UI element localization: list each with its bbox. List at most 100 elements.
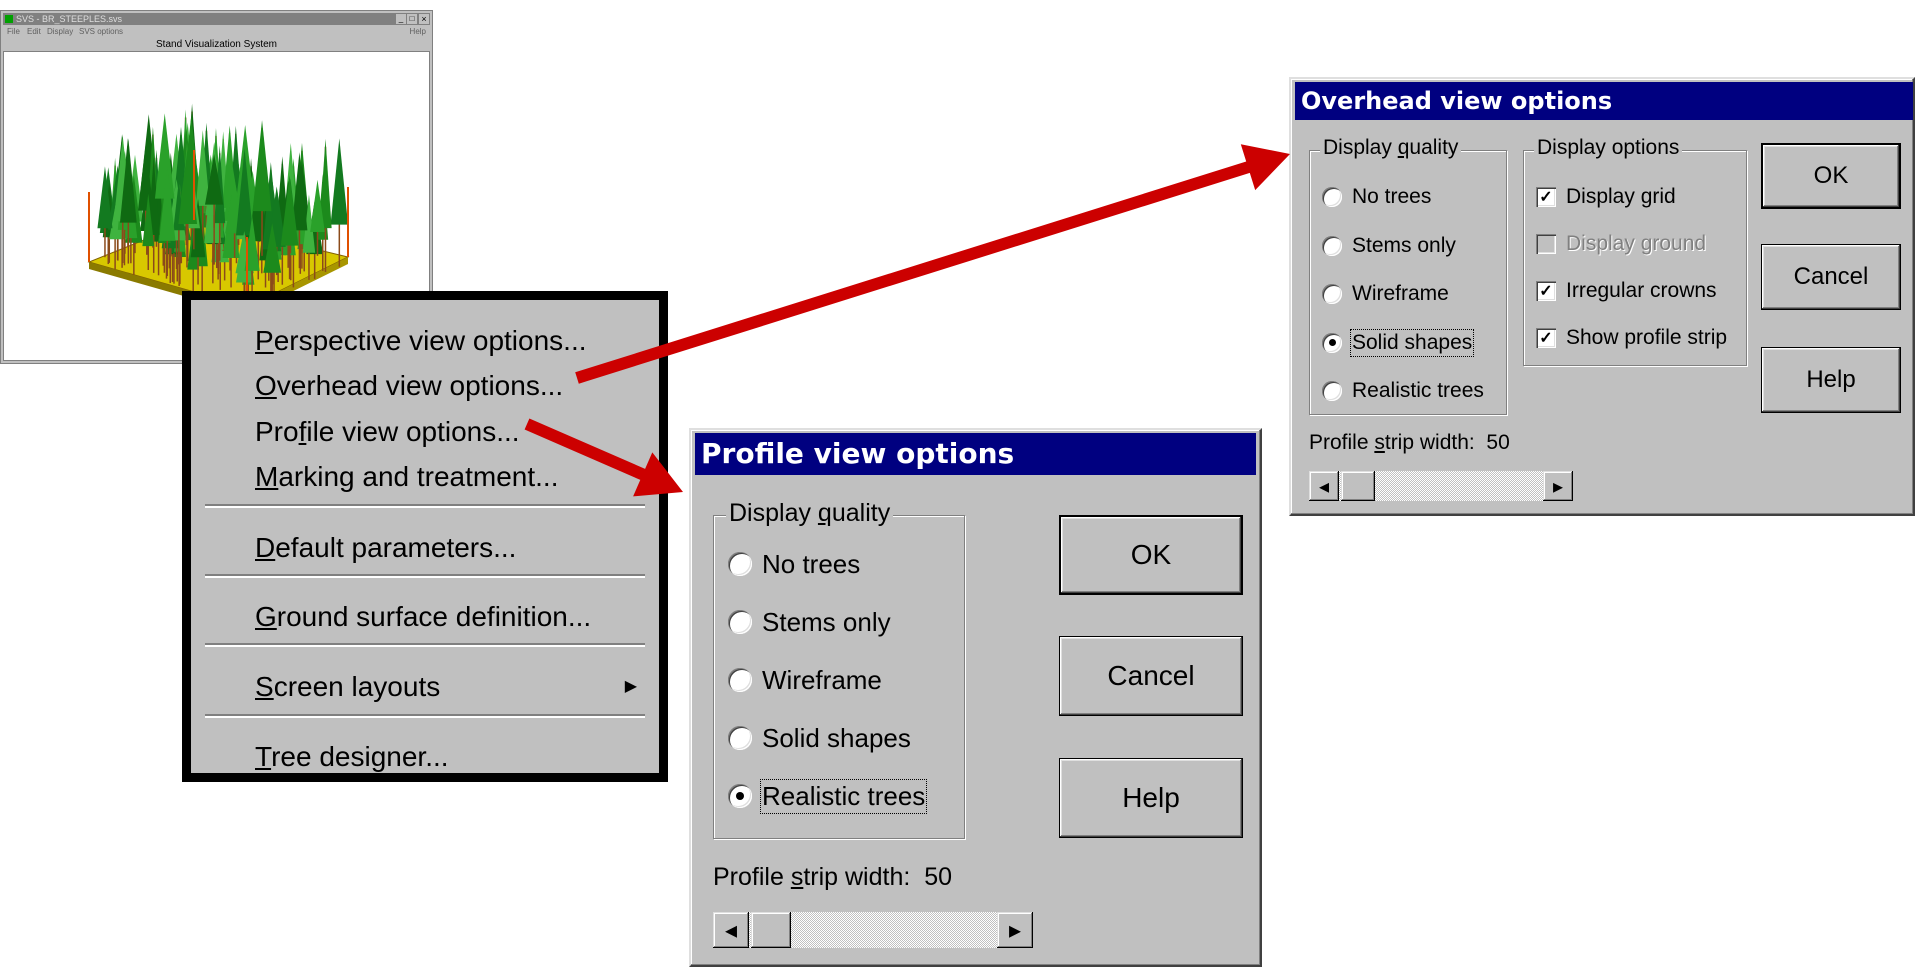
overhead-strip-width-value: 50 bbox=[1486, 431, 1510, 454]
checkbox-icon[interactable]: ✓ bbox=[1536, 328, 1556, 348]
overhead-quality-option[interactable]: Stems only bbox=[1322, 230, 1456, 262]
radio-button-icon[interactable] bbox=[1322, 332, 1342, 353]
app-menubar: File Edit Display SVS options Help bbox=[3, 27, 430, 37]
menu-item-ground[interactable]: Ground surface definition... bbox=[191, 597, 659, 637]
tree-crown bbox=[252, 120, 272, 212]
radio-selected-dot bbox=[1328, 339, 1336, 346]
menu-accelerator: D bbox=[255, 532, 276, 563]
checkmark-icon: ✓ bbox=[1539, 283, 1553, 300]
menu-item-perspective[interactable]: Perspective view options... bbox=[191, 321, 659, 361]
radio-label: Wireframe bbox=[762, 664, 882, 695]
menu-accelerator: G bbox=[255, 601, 277, 632]
menu-file[interactable]: File bbox=[7, 27, 20, 37]
checkmark-icon: ✓ bbox=[1539, 189, 1553, 206]
profile-quality-option[interactable]: Wireframe bbox=[728, 662, 882, 698]
scroll-left-icon[interactable]: ◂ bbox=[1309, 471, 1339, 501]
profile-ok-button[interactable]: OK bbox=[1059, 515, 1243, 595]
menu-display[interactable]: Display bbox=[47, 27, 73, 37]
display-option-checkbox[interactable]: ✓ Irregular crowns bbox=[1536, 275, 1717, 307]
radio-button-icon[interactable] bbox=[728, 668, 752, 692]
display-option-checkbox[interactable]: ✓ Show profile strip bbox=[1536, 322, 1727, 354]
radio-label: Realistic trees bbox=[759, 778, 928, 814]
scroll-thumb[interactable] bbox=[1341, 471, 1375, 501]
display-option-checkbox[interactable]: ✓ Display grid bbox=[1536, 181, 1676, 213]
overhead-cancel-button[interactable]: Cancel bbox=[1761, 244, 1901, 310]
profile-cancel-button[interactable]: Cancel bbox=[1059, 636, 1243, 716]
checkmark-icon: ✓ bbox=[1539, 330, 1553, 347]
radio-selected-dot bbox=[736, 792, 744, 800]
checkbox-icon[interactable]: ✓ bbox=[1536, 187, 1556, 207]
radio-button-icon[interactable] bbox=[728, 784, 752, 808]
radio-button-icon[interactable] bbox=[1322, 381, 1342, 401]
menu-separator bbox=[205, 504, 645, 508]
app-titlebar: SVS - BR_STEEPLES.svs _ □ × bbox=[3, 13, 430, 25]
menu-help[interactable]: Help bbox=[410, 27, 426, 37]
tree-crown bbox=[330, 138, 349, 225]
scroll-right-icon[interactable]: ▸ bbox=[1543, 471, 1573, 501]
overhead-quality-option[interactable]: Realistic trees bbox=[1322, 375, 1484, 407]
checkbox-icon[interactable]: ✓ bbox=[1536, 281, 1556, 301]
profile-quality-option[interactable]: Solid shapes bbox=[728, 720, 911, 756]
radio-button-icon[interactable] bbox=[728, 610, 752, 634]
radio-button-icon[interactable] bbox=[728, 552, 752, 576]
profile-quality-legend: Display quality bbox=[726, 499, 894, 528]
checkbox-label: Show profile strip bbox=[1566, 326, 1728, 349]
profile-strip-scrollbar[interactable]: ◂ ▸ bbox=[713, 912, 1033, 948]
radio-label: No trees bbox=[762, 548, 861, 579]
menu-item-tree-designer[interactable]: Tree designer... bbox=[191, 737, 659, 777]
overhead-quality-option[interactable]: Wireframe bbox=[1322, 278, 1449, 310]
radio-label: Solid shapes bbox=[1349, 328, 1475, 357]
radio-button-icon[interactable] bbox=[1322, 187, 1342, 207]
radio-label: Solid shapes bbox=[762, 722, 911, 753]
profile-quality-option[interactable]: No trees bbox=[728, 546, 860, 582]
radio-button-icon[interactable] bbox=[1322, 284, 1342, 304]
radio-button-icon[interactable] bbox=[728, 726, 752, 750]
menu-item-overhead[interactable]: Overhead view options... bbox=[191, 366, 659, 406]
scroll-right-icon[interactable]: ▸ bbox=[997, 912, 1033, 948]
profile-quality-group: Display quality No trees Stems only Wirefr… bbox=[713, 499, 965, 839]
overhead-ok-button[interactable]: OK bbox=[1761, 143, 1901, 209]
overhead-strip-width-label: Profile strip width: 50 bbox=[1309, 431, 1510, 454]
menu-item-marking[interactable]: Marking and treatment... bbox=[191, 457, 659, 497]
menu-item-label: arking and treatment... bbox=[278, 461, 559, 492]
menu-item-profile[interactable]: Profile view options... bbox=[191, 412, 659, 452]
profile-strip-width-label: Profile strip width: 50 bbox=[713, 863, 953, 891]
overhead-quality-legend: Display quality bbox=[1320, 136, 1462, 160]
app-icon bbox=[5, 15, 13, 23]
profile-quality-option[interactable]: Stems only bbox=[728, 604, 891, 640]
menu-separator bbox=[205, 574, 645, 578]
profile-quality-option[interactable]: Realistic trees bbox=[728, 778, 928, 814]
menu-item-label: ile view options... bbox=[306, 416, 520, 447]
scroll-thumb[interactable] bbox=[751, 912, 791, 948]
radio-label: Realistic trees bbox=[1352, 379, 1484, 402]
menu-item-defaults[interactable]: Default parameters... bbox=[191, 528, 659, 568]
checkbox-label: Irregular crowns bbox=[1566, 279, 1717, 302]
app-caption: Stand Visualization System bbox=[156, 39, 277, 50]
menu-accelerator: P bbox=[255, 325, 274, 356]
overhead-dialog-title: Overhead view options bbox=[1295, 82, 1913, 120]
close-icon[interactable]: × bbox=[419, 14, 429, 24]
scroll-left-icon[interactable]: ◂ bbox=[713, 912, 749, 948]
radio-label: Stems only bbox=[762, 606, 891, 637]
profile-help-button[interactable]: Help bbox=[1059, 758, 1243, 838]
display-option-checkbox: Display ground bbox=[1536, 228, 1706, 260]
minimize-icon[interactable]: _ bbox=[396, 14, 406, 24]
checkbox-label: Display grid bbox=[1566, 185, 1676, 208]
menu-item-screen-layouts[interactable]: Screen layouts ▶ bbox=[191, 667, 659, 707]
overhead-view-dialog: Overhead view options Display quality No… bbox=[1289, 77, 1915, 516]
context-menu: Perspective view options... Overhead view… bbox=[182, 291, 668, 782]
menu-accelerator: T bbox=[255, 741, 272, 772]
radio-button-icon[interactable] bbox=[1322, 235, 1342, 256]
menu-svs-options[interactable]: SVS options bbox=[79, 27, 123, 37]
menu-accelerator: O bbox=[255, 370, 277, 401]
menu-edit[interactable]: Edit bbox=[27, 27, 41, 37]
overhead-quality-option[interactable]: No trees bbox=[1322, 181, 1431, 213]
profile-dialog-title: Profile view options bbox=[695, 433, 1256, 475]
overhead-strip-scrollbar[interactable]: ◂ ▸ bbox=[1309, 471, 1573, 501]
overhead-callout-arrow bbox=[575, 144, 1290, 384]
menu-accelerator: S bbox=[255, 671, 274, 702]
maximize-icon[interactable]: □ bbox=[407, 14, 417, 24]
radio-label: Wireframe bbox=[1352, 282, 1449, 305]
overhead-quality-option[interactable]: Solid shapes bbox=[1322, 327, 1475, 359]
overhead-help-button[interactable]: Help bbox=[1761, 347, 1901, 413]
